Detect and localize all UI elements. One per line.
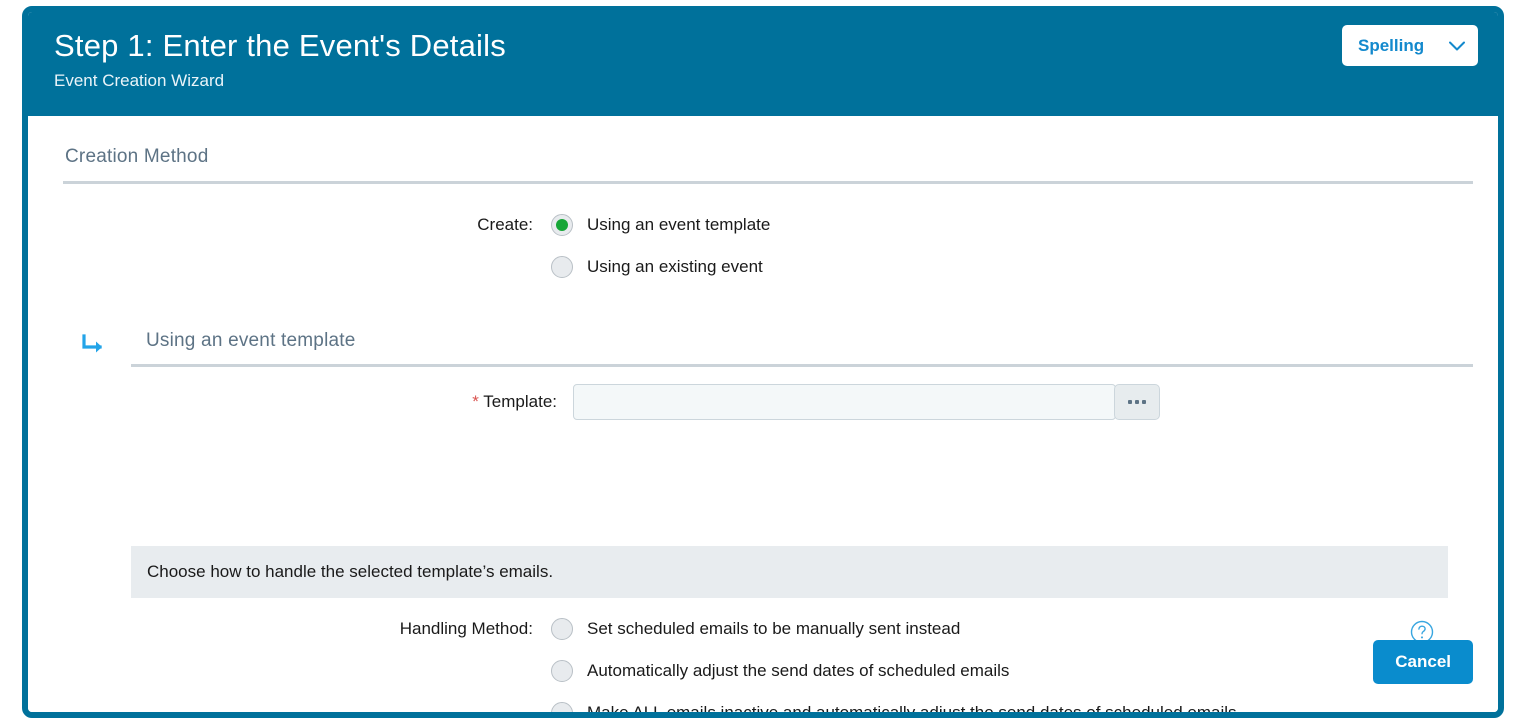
template-label-text: Template:	[483, 392, 557, 411]
radio-icon-unselected[interactable]	[551, 660, 573, 682]
create-option-template-label: Using an event template	[587, 215, 771, 234]
create-radio-group: Using an event template Using an existin…	[551, 204, 770, 288]
template-input-wrap	[573, 384, 1160, 420]
ellipsis-icon	[1128, 400, 1146, 404]
template-section-divider	[131, 364, 1473, 367]
template-section-head: Using an event template	[106, 330, 1473, 364]
create-option-existing-event[interactable]: Using an existing event	[551, 246, 770, 288]
radio-icon-unselected[interactable]	[551, 702, 573, 712]
create-field-row: Create: Using an event template Using an…	[63, 204, 1473, 288]
spelling-label: Spelling	[1358, 35, 1425, 55]
handling-option-manual-send-label: Set scheduled emails to be manually sent…	[587, 619, 961, 638]
radio-icon-selected[interactable]	[551, 214, 573, 236]
section-divider	[63, 181, 1473, 184]
handling-option-manual-send[interactable]: Set scheduled emails to be manually sent…	[551, 608, 1237, 650]
create-label: Create:	[477, 215, 533, 234]
creation-method-section: Creation Method	[63, 146, 1473, 184]
info-band-text: Choose how to handle the selected templa…	[147, 562, 554, 581]
spelling-dropdown[interactable]: Spelling	[1342, 25, 1478, 66]
cancel-button[interactable]: Cancel	[1373, 640, 1473, 684]
handling-option-auto-adjust-label: Automatically adjust the send dates of s…	[587, 661, 1010, 680]
template-input[interactable]	[573, 384, 1116, 420]
radio-icon-unselected[interactable]	[551, 618, 573, 640]
template-field-row: * Template:	[106, 384, 1473, 420]
arrow-turn-down-right-icon	[80, 333, 106, 359]
handling-option-inactive-and-adjust[interactable]: Make ALL emails inactive and automatical…	[551, 692, 1237, 718]
template-label: * Template:	[106, 390, 573, 414]
template-browse-button[interactable]	[1114, 384, 1160, 420]
handling-method-label: Handling Method:	[399, 619, 533, 638]
required-asterisk: *	[472, 392, 479, 411]
template-section: Using an event template	[82, 330, 1473, 367]
page-subtitle: Event Creation Wizard	[54, 71, 225, 90]
screen: Step 1: Enter the Event's Details Event …	[0, 0, 1526, 727]
create-option-template[interactable]: Using an event template	[551, 204, 770, 246]
handling-option-auto-adjust[interactable]: Automatically adjust the send dates of s…	[551, 650, 1237, 692]
template-section-heading: Using an event template	[146, 330, 356, 351]
page-title: Step 1: Enter the Event's Details	[54, 28, 506, 63]
dialog-header: Step 1: Enter the Event's Details Event …	[28, 12, 1498, 116]
event-creation-dialog: Step 1: Enter the Event's Details Event …	[22, 6, 1504, 718]
chevron-down-icon	[1449, 41, 1465, 51]
info-band: Choose how to handle the selected templa…	[131, 546, 1448, 598]
create-option-existing-event-label: Using an existing event	[587, 257, 763, 276]
radio-icon-unselected[interactable]	[551, 256, 573, 278]
handling-method-radio-group: Set scheduled emails to be manually sent…	[551, 608, 1237, 718]
creation-method-heading: Creation Method	[65, 146, 209, 167]
handling-option-inactive-and-adjust-label: Make ALL emails inactive and automatical…	[587, 703, 1237, 718]
dialog-body: Creation Method Create: Using an event t…	[28, 116, 1498, 712]
handling-method-row: Handling Method: Set scheduled emails to…	[63, 608, 1473, 718]
